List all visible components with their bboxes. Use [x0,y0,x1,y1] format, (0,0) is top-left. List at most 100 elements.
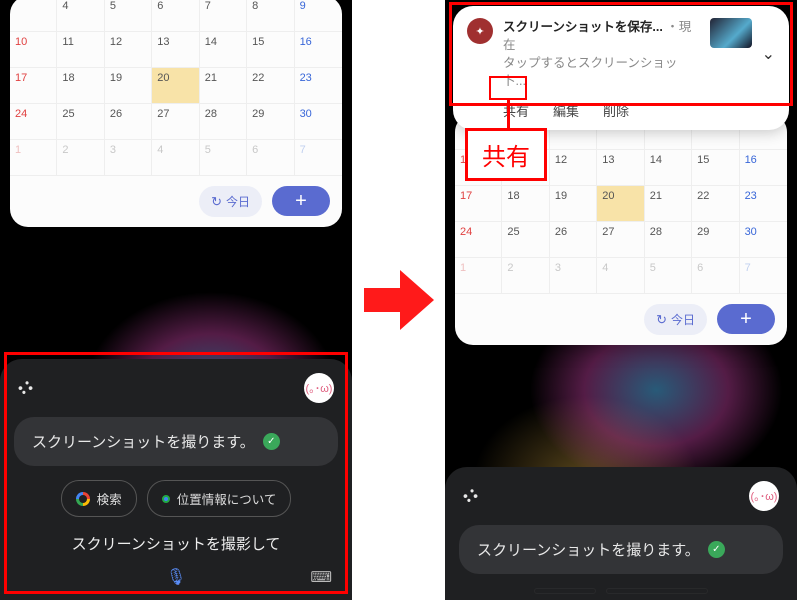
calendar-day[interactable]: 4 [57,0,104,32]
calendar-day[interactable]: 6 [152,0,199,32]
chevron-down-icon[interactable]: ⌄ [762,44,775,64]
avatar[interactable]: (｡･ω) [749,481,779,511]
suggestion-chips [459,588,783,594]
calendar-day[interactable]: 1 [10,140,57,176]
phone-right: 4567891011121314151617181920212223242526… [445,0,797,600]
calendar-day[interactable]: 16 [295,32,342,68]
calendar-day[interactable]: 18 [57,68,104,104]
assistant-response-text: スクリーンショットを撮ります。 [32,431,255,452]
calendar-day[interactable]: 3 [105,140,152,176]
calendar-day[interactable]: 28 [645,222,692,258]
add-event-button[interactable]: + [717,304,775,334]
calendar-day[interactable]: 2 [57,140,104,176]
calendar-day[interactable]: 26 [550,222,597,258]
calendar-day[interactable]: 29 [247,104,294,140]
calendar-day[interactable]: 3 [550,258,597,294]
calendar-day[interactable]: 13 [152,32,199,68]
assistant-response-bubble: スクリーンショットを撮ります。 ✓ [14,417,338,466]
notification-text: スクリーンショットを保存... ・現在 タップするとスクリーンショッ卜... [503,18,700,91]
avatar[interactable]: (｡･ω) [304,373,334,403]
mic-icon[interactable]: 🎙 [166,567,186,587]
phone-left: 4567891011121314151617181920212223242526… [0,0,352,600]
calendar-day[interactable]: 30 [740,222,787,258]
calendar-day[interactable]: 20 [597,186,644,222]
calendar-day[interactable]: 1 [455,258,502,294]
calendar-day[interactable]: 28 [200,104,247,140]
check-icon: ✓ [263,433,280,450]
location-chip[interactable]: 位置情報について [147,480,292,517]
calendar-day[interactable]: 29 [692,222,739,258]
calendar-day[interactable]: 17 [455,186,502,222]
calendar-day[interactable]: 24 [455,222,502,258]
calendar-day[interactable]: 21 [645,186,692,222]
calendar-day[interactable]: 18 [502,186,549,222]
user-query: スクリーンショットを撮影して [14,533,338,554]
google-icon [76,492,90,506]
calendar-day[interactable] [10,0,57,32]
calendar-day[interactable]: 12 [550,150,597,186]
calendar-day[interactable]: 23 [295,68,342,104]
calendar-day[interactable]: 22 [692,186,739,222]
calendar-day[interactable]: 19 [105,68,152,104]
calendar-day[interactable]: 5 [645,258,692,294]
add-event-button[interactable]: + [272,186,330,216]
calendar-day[interactable]: 25 [57,104,104,140]
delete-action[interactable]: 削除 [603,101,629,120]
calendar-day[interactable]: 13 [597,150,644,186]
calendar-day[interactable]: 27 [597,222,644,258]
today-button[interactable]: 今日 [199,186,262,217]
calendar-day[interactable]: 21 [200,68,247,104]
calendar-day[interactable]: 17 [10,68,57,104]
calendar-day[interactable]: 30 [295,104,342,140]
callout-connector [507,100,510,130]
calendar-day[interactable]: 4 [152,140,199,176]
calendar-day[interactable]: 20 [152,68,199,104]
calendar-day[interactable]: 12 [105,32,152,68]
calendar-day[interactable]: 26 [105,104,152,140]
calendar-day[interactable]: 7 [740,258,787,294]
edit-action[interactable]: 編集 [553,101,579,120]
notification-actions: 共有 編集 削除 [503,101,775,120]
calendar-day[interactable]: 8 [247,0,294,32]
calendar-day[interactable]: 11 [57,32,104,68]
calendar-day[interactable]: 6 [247,140,294,176]
calendar-day[interactable]: 25 [502,222,549,258]
assistant-logo-icon: •••• [18,377,32,399]
calendar-grid: 4567891011121314151617181920212223242526… [10,0,342,176]
calendar-day[interactable]: 6 [692,258,739,294]
calendar-day[interactable]: 5 [105,0,152,32]
photos-app-icon: ✦ [467,18,493,44]
assistant-logo-icon: •••• [463,485,477,507]
calendar-day[interactable]: 16 [740,150,787,186]
calendar-day[interactable]: 9 [295,0,342,32]
assistant-panel: •••• (｡･ω) スクリーンショットを撮ります。 ✓ 検索 位置情報について… [0,359,352,600]
calendar-day[interactable]: 19 [550,186,597,222]
screenshot-thumbnail[interactable] [710,18,752,48]
search-chip[interactable]: 検索 [61,480,137,517]
assistant-response-text: スクリーンショットを撮ります。 [477,539,700,560]
calendar-day[interactable]: 15 [692,150,739,186]
calendar-day[interactable]: 14 [645,150,692,186]
calendar-day[interactable]: 15 [247,32,294,68]
calendar-day[interactable]: 4 [597,258,644,294]
calendar-day[interactable]: 27 [152,104,199,140]
share-callout: 共有 [465,128,547,181]
calendar-day[interactable]: 10 [10,32,57,68]
calendar-day[interactable]: 24 [10,104,57,140]
calendar-footer: 今日 + [10,176,342,217]
keyboard-icon[interactable]: ⌨ [310,568,332,586]
calendar-day[interactable]: 5 [200,140,247,176]
suggestion-chips: 検索 位置情報について [14,480,338,517]
calendar-footer: 今日 + [455,294,787,335]
calendar-widget[interactable]: 4567891011121314151617181920212223242526… [10,0,342,227]
assistant-panel: •••• (｡･ω) スクリーンショットを撮ります。 ✓ [445,467,797,600]
calendar-day[interactable]: 7 [200,0,247,32]
calendar-day[interactable]: 23 [740,186,787,222]
calendar-day[interactable]: 14 [200,32,247,68]
screenshot-notification[interactable]: ✦ スクリーンショットを保存... ・現在 タップするとスクリーンショッ卜...… [453,6,789,130]
calendar-day[interactable]: 7 [295,140,342,176]
calendar-day[interactable]: 22 [247,68,294,104]
calendar-day[interactable]: 2 [502,258,549,294]
today-button[interactable]: 今日 [644,304,707,335]
check-icon: ✓ [708,541,725,558]
